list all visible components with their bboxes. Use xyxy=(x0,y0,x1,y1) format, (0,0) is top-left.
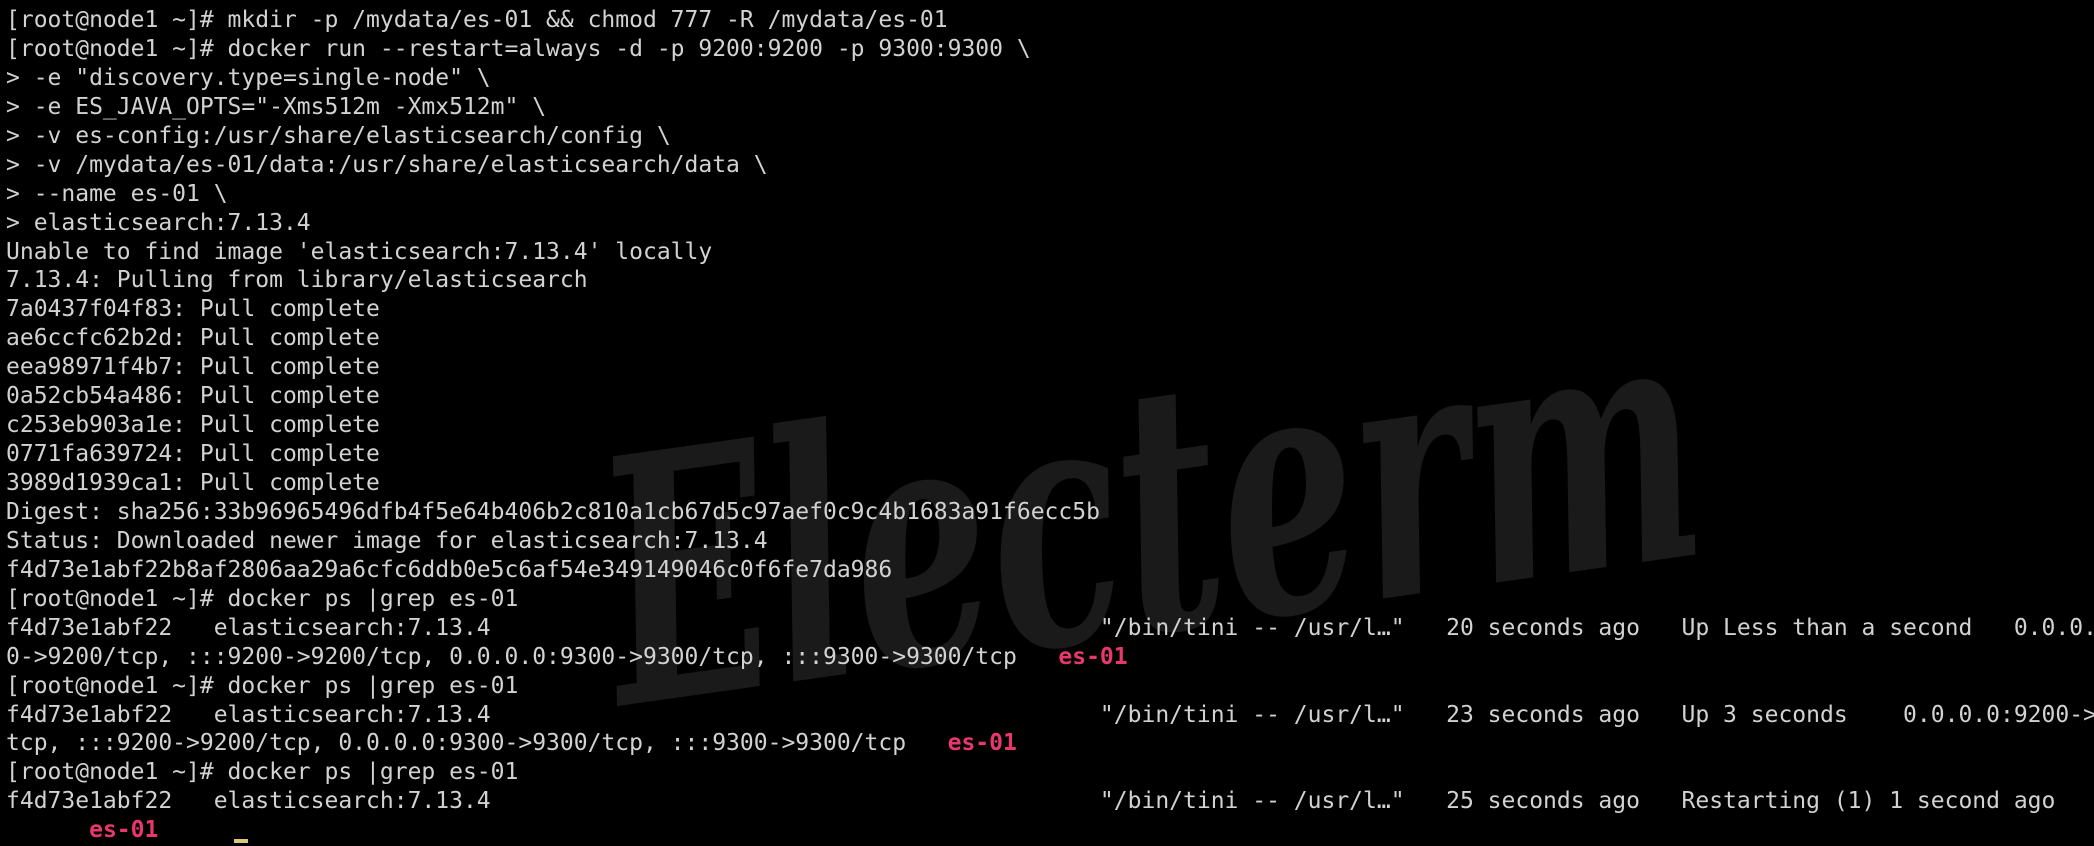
terminal-line-text: 0->9200/tcp, :::9200->9200/tcp, 0.0.0.0:… xyxy=(6,643,1059,670)
terminal-line: [root@node1 ~]# docker ps |grep es-01 xyxy=(6,758,2094,787)
terminal-line-text: [root@node1 ~]# docker ps |grep es-01 xyxy=(6,672,519,699)
terminal-line: > --name es-01 \ xyxy=(6,180,2094,209)
terminal-line-text: > elasticsearch:7.13.4 xyxy=(6,209,311,236)
terminal-line-text: Digest: sha256:33b96965496dfb4f5e64b406b… xyxy=(6,498,1100,525)
terminal-line-text: f4d73e1abf22 elasticsearch:7.13.4 "/bin/… xyxy=(6,701,2094,728)
terminal-line-text: > -e ES_JAVA_OPTS="-Xms512m -Xmx512m" \ xyxy=(6,93,547,120)
terminal-line: Digest: sha256:33b96965496dfb4f5e64b406b… xyxy=(6,498,2094,527)
terminal-cursor xyxy=(234,839,248,843)
terminal-line-text xyxy=(6,817,89,843)
container-name-highlight: es-01 xyxy=(1058,643,1128,670)
terminal-line-text: > --name es-01 \ xyxy=(6,180,228,207)
terminal-line: f4d73e1abf22 elasticsearch:7.13.4 "/bin/… xyxy=(6,614,2094,643)
terminal-line: 0->9200/tcp, :::9200->9200/tcp, 0.0.0.0:… xyxy=(6,643,2094,672)
terminal-line: ae6ccfc62b2d: Pull complete xyxy=(6,324,2094,353)
container-name-highlight: es-01 xyxy=(89,817,159,844)
terminal-line-text: Status: Downloaded newer image for elast… xyxy=(6,527,768,554)
terminal-line: tcp, :::9200->9200/tcp, 0.0.0.0:9300->93… xyxy=(6,729,2094,758)
terminal-line: f4d73e1abf22 elasticsearch:7.13.4 "/bin/… xyxy=(6,787,2094,816)
terminal-line-text: 7.13.4: Pulling from library/elasticsear… xyxy=(6,267,588,294)
terminal-line-text: [root@node1 ~]# docker ps |grep es-01 xyxy=(6,759,519,786)
terminal-output[interactable]: [root@node1 ~]# mkdir -p /mydata/es-01 &… xyxy=(6,6,2094,845)
terminal-line-text: f4d73e1abf22 elasticsearch:7.13.4 "/bin/… xyxy=(6,788,2056,815)
terminal-line: 0a52cb54a486: Pull complete xyxy=(6,382,2094,411)
terminal-line: 0771fa639724: Pull complete xyxy=(6,440,2094,469)
terminal-line: c253eb903a1e: Pull complete xyxy=(6,411,2094,440)
terminal-line: es-01 xyxy=(6,816,2094,845)
terminal-line: > -e "discovery.type=single-node" \ xyxy=(6,64,2094,93)
terminal-line-text: > -e "discovery.type=single-node" \ xyxy=(6,64,491,91)
terminal-line-text: f4d73e1abf22 elasticsearch:7.13.4 "/bin/… xyxy=(6,614,2094,641)
terminal-line-text: f4d73e1abf22b8af2806aa29a6cfc6ddb0e5c6af… xyxy=(6,556,893,583)
terminal-line-text: ae6ccfc62b2d: Pull complete xyxy=(6,325,380,352)
terminal-line-text: 0a52cb54a486: Pull complete xyxy=(6,383,380,410)
terminal-line-text: 3989d1939ca1: Pull complete xyxy=(6,470,380,496)
terminal-line: Status: Downloaded newer image for elast… xyxy=(6,527,2094,556)
terminal-line-text: > -v /mydata/es-01/data:/usr/share/elast… xyxy=(6,151,768,178)
terminal-line: 3989d1939ca1: Pull complete xyxy=(6,469,2094,498)
terminal-line: 7.13.4: Pulling from library/elasticsear… xyxy=(6,266,2094,295)
terminal-line: [root@node1 ~]# docker ps |grep es-01 xyxy=(6,672,2094,701)
terminal-line: > -v es-config:/usr/share/elasticsearch/… xyxy=(6,122,2094,151)
terminal-line-text: Unable to find image 'elasticsearch:7.13… xyxy=(6,238,713,265)
terminal-window[interactable]: Electerm [root@node1 ~]# mkdir -p /mydat… xyxy=(0,0,2094,846)
terminal-line: [root@node1 ~]# docker run --restart=alw… xyxy=(6,35,2094,64)
terminal-line-text: 7a0437f04f83: Pull complete xyxy=(6,296,380,323)
terminal-line-text: [root@node1 ~]# docker ps |grep es-01 xyxy=(6,585,519,612)
terminal-line-text: c253eb903a1e: Pull complete xyxy=(6,412,380,439)
terminal-line: f4d73e1abf22 elasticsearch:7.13.4 "/bin/… xyxy=(6,701,2094,730)
terminal-line: Unable to find image 'elasticsearch:7.13… xyxy=(6,238,2094,267)
terminal-line-text: > -v es-config:/usr/share/elasticsearch/… xyxy=(6,122,671,149)
terminal-line: f4d73e1abf22b8af2806aa29a6cfc6ddb0e5c6af… xyxy=(6,556,2094,585)
terminal-line-text: [root@node1 ~]# mkdir -p /mydata/es-01 &… xyxy=(6,7,948,33)
terminal-line: [root@node1 ~]# docker ps |grep es-01 xyxy=(6,585,2094,614)
terminal-line-text: tcp, :::9200->9200/tcp, 0.0.0.0:9300->93… xyxy=(6,730,948,757)
terminal-line: > elasticsearch:7.13.4 xyxy=(6,209,2094,238)
terminal-line: eea98971f4b7: Pull complete xyxy=(6,353,2094,382)
terminal-line-text: eea98971f4b7: Pull complete xyxy=(6,354,380,381)
terminal-line: 7a0437f04f83: Pull complete xyxy=(6,295,2094,324)
container-name-highlight: es-01 xyxy=(947,730,1017,757)
terminal-line-text: 0771fa639724: Pull complete xyxy=(6,441,380,468)
terminal-line: [root@node1 ~]# mkdir -p /mydata/es-01 &… xyxy=(6,6,2094,35)
terminal-line: > -e ES_JAVA_OPTS="-Xms512m -Xmx512m" \ xyxy=(6,93,2094,122)
terminal-line-text: [root@node1 ~]# docker run --restart=alw… xyxy=(6,35,1031,62)
terminal-line: > -v /mydata/es-01/data:/usr/share/elast… xyxy=(6,151,2094,180)
